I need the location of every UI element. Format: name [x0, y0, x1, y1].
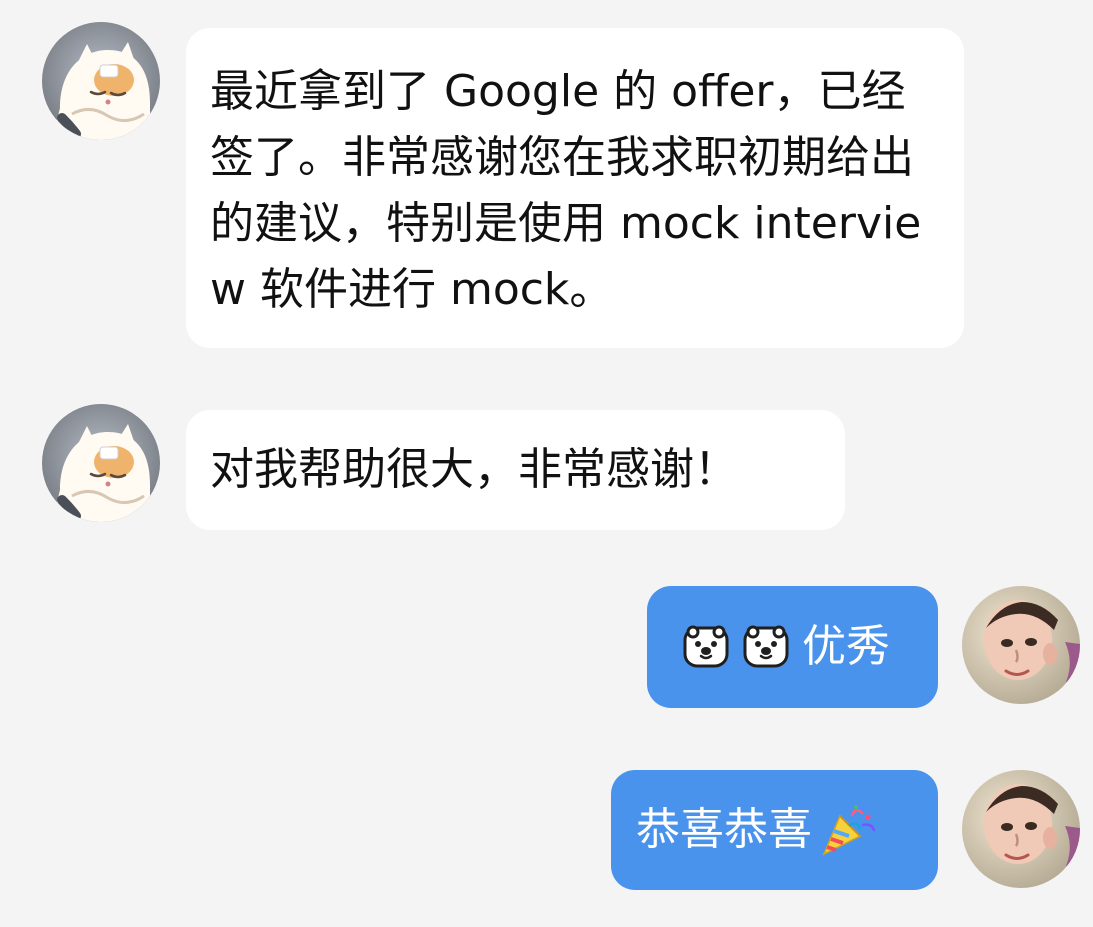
party-popper-emoji: [816, 799, 878, 861]
cat-avatar[interactable]: [42, 22, 160, 140]
outgoing-message-bubble[interactable]: 优秀: [647, 586, 938, 708]
message-text: 恭喜恭喜: [636, 804, 812, 855]
cat-avatar[interactable]: [42, 404, 160, 522]
message-text: 优秀: [802, 621, 890, 672]
child-avatar[interactable]: [962, 770, 1080, 888]
child-avatar[interactable]: [962, 586, 1080, 704]
incoming-message-bubble[interactable]: 对我帮助很大，非常感谢！: [186, 410, 845, 530]
chat-thread: 最近拿到了 Google 的 offer，已经签了。非常感谢您在我求职初期给出的…: [0, 0, 1093, 927]
polar-bear-emoji: [680, 621, 732, 673]
outgoing-message-bubble[interactable]: 恭喜恭喜: [611, 770, 938, 890]
polar-bear-emoji: [740, 621, 792, 673]
message-text: 对我帮助很大，非常感谢！: [210, 444, 738, 495]
message-text: 最近拿到了 Google 的 offer，已经签了。非常感谢您在我求职初期给出的…: [210, 66, 922, 315]
emoji-text-row: 恭喜恭喜: [636, 797, 911, 863]
incoming-message-bubble[interactable]: 最近拿到了 Google 的 offer，已经签了。非常感谢您在我求职初期给出的…: [186, 28, 964, 348]
emoji-text-row: 优秀: [680, 614, 911, 680]
